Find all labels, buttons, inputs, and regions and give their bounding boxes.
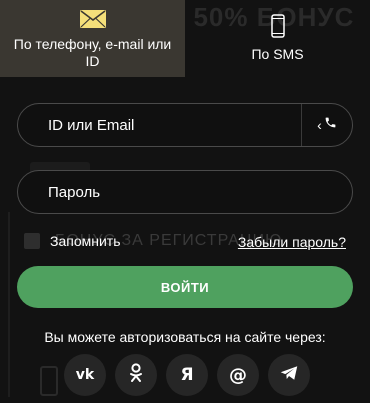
login-field: ‹: [17, 103, 353, 147]
social-login-buttons: vk Я @: [64, 354, 310, 396]
tab-label: По SMS: [251, 46, 304, 62]
background-phone-icon: [40, 366, 58, 396]
vk-icon: vk: [75, 367, 95, 383]
login-input[interactable]: [18, 103, 300, 147]
background-divider: [8, 212, 10, 397]
forgot-password-link[interactable]: Забыли пароль?: [238, 234, 346, 250]
phone-icon: [270, 14, 285, 38]
password-field: [17, 170, 353, 214]
login-button[interactable]: ВОЙТИ: [17, 266, 353, 308]
yandex-login-button[interactable]: Я: [166, 354, 208, 396]
remember-checkbox[interactable]: [24, 233, 40, 249]
remember-label: Запомнить: [50, 233, 121, 249]
login-method-tabs: По телефону, e-mail или ID По SMS: [0, 0, 370, 77]
chevron-left-icon: ‹: [317, 117, 322, 133]
social-login-caption: Вы можете авторизоваться на сайте через:: [44, 329, 326, 345]
telegram-icon: [280, 365, 298, 386]
yandex-icon: Я: [180, 365, 194, 385]
tab-sms[interactable]: По SMS: [185, 0, 370, 77]
tab-label: По телефону, e-mail или ID: [13, 36, 172, 69]
mail-login-button[interactable]: @: [217, 354, 259, 396]
odnoklassniki-icon: [129, 362, 143, 388]
login-popup: ТЕ 50% БОНУС БОНУС ЗА РЕГИСТРАЦИЮ По тел…: [0, 0, 370, 403]
mail-at-icon: @: [229, 364, 247, 386]
tab-phone-email-id[interactable]: По телефону, e-mail или ID: [0, 0, 185, 77]
password-input[interactable]: [18, 170, 300, 214]
envelope-icon: [79, 9, 106, 29]
vk-login-button[interactable]: vk: [64, 354, 106, 396]
remember-checkbox-row[interactable]: Запомнить: [24, 233, 121, 249]
odnoklassniki-login-button[interactable]: [115, 354, 157, 396]
input-type-switch[interactable]: ‹: [301, 104, 352, 146]
phone-handset-icon: [324, 116, 337, 134]
telegram-login-button[interactable]: [268, 354, 310, 396]
